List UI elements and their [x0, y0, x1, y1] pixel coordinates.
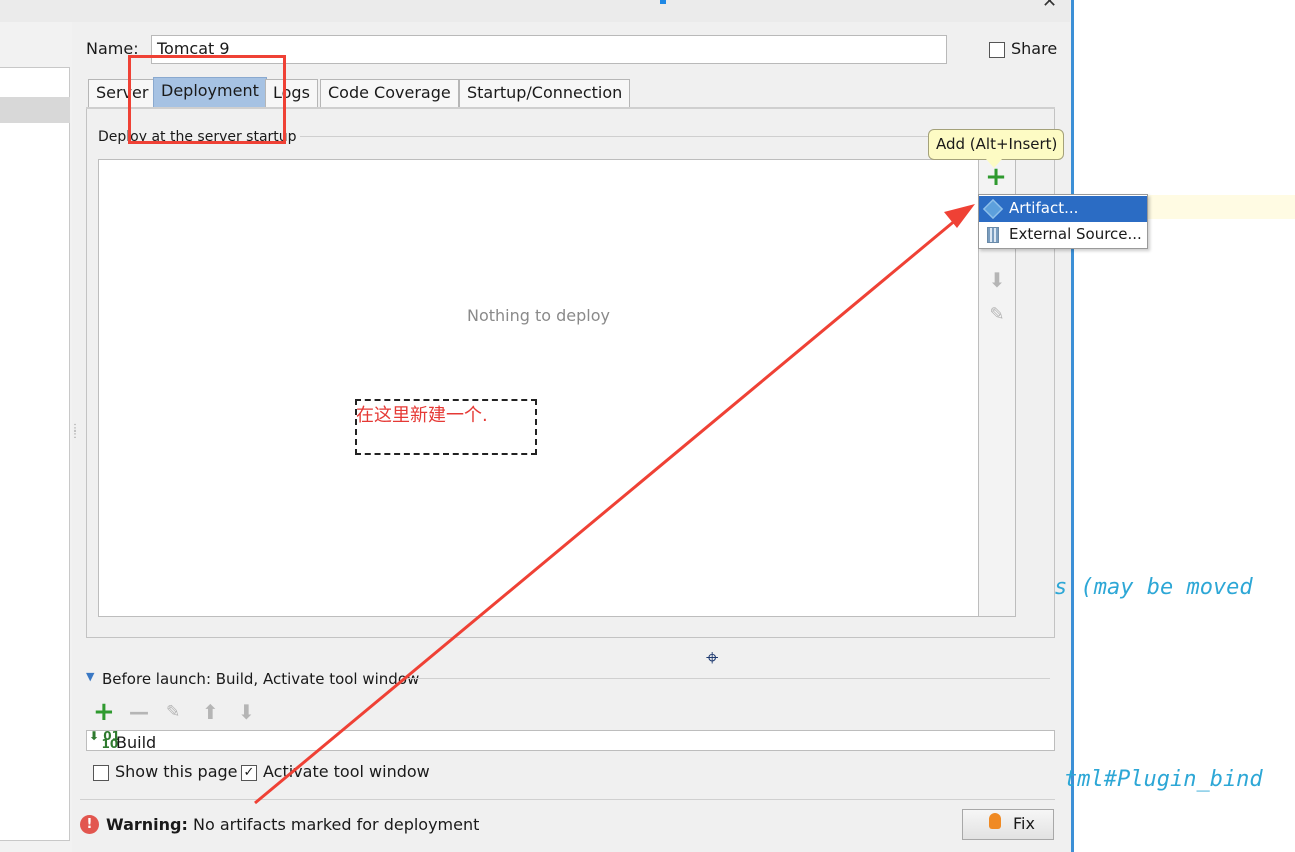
- section-divider: [300, 136, 940, 137]
- add-popup-menu: Artifact... External Source...: [978, 194, 1148, 249]
- code-editor-background: [1071, 0, 1295, 852]
- configuration-tree[interactable]: [0, 67, 70, 841]
- section-divider: [405, 678, 1050, 679]
- collapse-triangle-icon[interactable]: ▼: [86, 670, 94, 683]
- tab-code-coverage[interactable]: Code Coverage: [320, 79, 459, 108]
- show-page-checkbox[interactable]: [93, 765, 109, 781]
- annotation-text: 在这里新建一个.: [356, 405, 488, 426]
- editor-code-line: s (may be moved: [1054, 575, 1253, 600]
- warning-text: No artifacts marked for deployment: [192, 815, 480, 834]
- menu-item-label: External Source...: [1009, 225, 1142, 243]
- share-checkbox[interactable]: [989, 42, 1005, 58]
- activate-tool-window-label[interactable]: Activate tool window: [263, 762, 430, 781]
- configuration-tree-selected-row[interactable]: [0, 97, 70, 123]
- highlight-box: [128, 55, 286, 144]
- editor-line-highlight: [1146, 195, 1295, 219]
- before-launch-label[interactable]: Before launch: Build, Activate tool wind…: [102, 670, 419, 688]
- move-down-icon[interactable]: ⬇: [238, 700, 255, 724]
- splitter-handle[interactable]: ⋮ ⋮: [70, 424, 80, 444]
- task-list-row[interactable]: [86, 730, 1055, 751]
- add-task-icon[interactable]: +: [93, 697, 115, 727]
- show-page-label[interactable]: Show this page: [115, 762, 238, 781]
- deployment-list[interactable]: [98, 159, 979, 617]
- warning-icon: !: [80, 815, 99, 834]
- archive-icon: [987, 227, 999, 243]
- dialog-title-bar: [0, 0, 1070, 22]
- lightbulb-icon: [989, 813, 1001, 829]
- warning-message: Warning: No artifacts marked for deploym…: [106, 815, 479, 834]
- task-label: Build: [116, 733, 157, 752]
- title-bar-indicator: [660, 0, 666, 4]
- add-tooltip: Add (Alt+Insert): [928, 129, 1064, 160]
- tooltip-pointer: [986, 159, 1002, 168]
- share-label[interactable]: Share: [1011, 39, 1057, 58]
- move-crosshair-icon: ⌖: [706, 646, 719, 671]
- editor-code-line: tml#Plugin_bind: [1064, 767, 1263, 792]
- fix-button[interactable]: Fix: [962, 809, 1054, 840]
- menu-item-external-source[interactable]: External Source...: [979, 222, 1147, 248]
- footer-divider: [80, 799, 1055, 800]
- artifact-icon: [984, 200, 1002, 218]
- empty-list-text: Nothing to deploy: [466, 306, 610, 325]
- menu-item-artifact[interactable]: Artifact...: [979, 196, 1147, 222]
- tab-startup-connection[interactable]: Startup/Connection: [459, 79, 631, 108]
- edit-task-icon[interactable]: ✎: [166, 702, 180, 722]
- menu-item-label: Artifact...: [1009, 199, 1079, 217]
- move-up-icon[interactable]: ⬆: [202, 700, 219, 724]
- remove-task-icon[interactable]: —: [129, 700, 149, 724]
- edit-icon[interactable]: ✎: [985, 304, 1009, 325]
- activate-tool-window-checkbox[interactable]: ✓: [241, 765, 257, 781]
- warning-prefix: Warning:: [106, 815, 188, 834]
- close-icon[interactable]: ✕: [1042, 0, 1057, 12]
- move-down-icon[interactable]: ⬇: [985, 268, 1009, 292]
